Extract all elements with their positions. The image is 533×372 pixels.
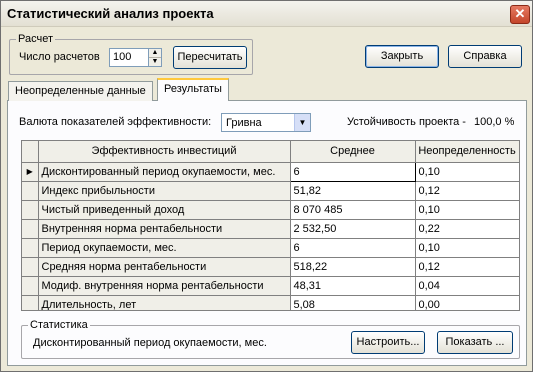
mean-cell[interactable]: 2 532,50 [290,219,416,239]
row-selector[interactable] [22,295,39,310]
spin-down-icon[interactable]: ▼ [149,57,161,65]
mean-cell[interactable]: 518,22 [290,257,416,277]
current-row-arrow-icon[interactable]: ▶ [22,162,39,182]
row-selector[interactable] [22,181,39,201]
chevron-down-icon[interactable]: ▼ [294,114,310,131]
row-selector[interactable] [22,257,39,277]
name-cell[interactable]: Индекс прибыльности [38,181,291,201]
row-selector[interactable] [22,276,39,296]
name-cell[interactable]: Чистый приведенный доход [38,200,291,220]
close-window-button[interactable]: ✕ [510,5,530,24]
close-button[interactable]: Закрыть [365,45,439,68]
help-button[interactable]: Справка [448,45,522,68]
table-row[interactable]: Длительность, лет 5,08 0,00 [22,295,519,310]
table-header-row: Эффективность инвестиций Среднее Неопред… [22,141,519,163]
mean-cell[interactable]: 51,82 [290,181,416,201]
uncertainty-cell[interactable]: 0,10 [415,238,519,258]
title-bar: Статистический анализ проекта ✕ [1,1,532,27]
table-row[interactable]: Чистый приведенный доход 8 070 485 0,10 [22,200,519,220]
uncertainty-cell[interactable]: 0,10 [415,162,519,182]
uncertainty-cell[interactable]: 0,12 [415,257,519,277]
name-cell[interactable]: Модиф. внутренняя норма рентабельности [38,276,291,296]
stability-label: Устойчивость проекта - [347,116,466,128]
count-spinner[interactable]: ▲ ▼ [148,48,162,67]
configure-button[interactable]: Настроить... [351,331,425,354]
tab-uncertain-data[interactable]: Неопределенные данные [8,81,153,101]
statistics-group-legend: Статистика [30,319,88,331]
uncertainty-cell[interactable]: 0,12 [415,181,519,201]
show-button[interactable]: Показать ... [437,331,513,354]
mean-cell[interactable]: 6 [290,238,416,258]
name-cell[interactable]: Дисконтированный период окупаемости, мес… [38,162,291,182]
count-label: Число расчетов [19,51,100,63]
row-selector[interactable] [22,200,39,220]
table-row[interactable]: ▶ Дисконтированный период окупаемости, ме… [22,161,519,182]
count-input[interactable]: 100 [109,48,149,67]
column-header-mean[interactable]: Среднее [290,141,416,163]
uncertainty-cell[interactable]: 0,04 [415,276,519,296]
column-header-efficiency[interactable]: Эффективность инвестиций [38,141,291,163]
uncertainty-cell[interactable]: 0,22 [415,219,519,239]
currency-select[interactable]: Гривна ▼ [221,113,311,132]
uncertainty-cell[interactable]: 0,10 [415,200,519,220]
mean-cell[interactable]: 48,31 [290,276,416,296]
statistics-selected-indicator: Дисконтированный период окупаемости, мес… [33,337,267,349]
tab-results[interactable]: Результаты [157,78,229,101]
currency-label: Валюта показателей эффективности: [19,116,212,128]
name-cell[interactable]: Средняя норма рентабельности [38,257,291,277]
mean-cell[interactable]: 5,08 [290,295,416,310]
name-cell[interactable]: Период окупаемости, мес. [38,238,291,258]
stability-value: 100,0 % [474,116,515,128]
table-row[interactable]: Индекс прибыльности 51,82 0,12 [22,181,519,201]
table-corner [22,141,39,163]
row-selector[interactable] [22,219,39,239]
table-row[interactable]: Средняя норма рентабельности 518,22 0,12 [22,257,519,277]
uncertainty-cell[interactable]: 0,00 [415,295,519,310]
currency-value: Гривна [226,117,262,129]
name-cell[interactable]: Внутренняя норма рентабельности [38,219,291,239]
window-title: Статистический анализ проекта [7,6,214,21]
column-header-uncertainty[interactable]: Неопределенность [415,141,519,163]
spin-up-icon[interactable]: ▲ [149,49,161,57]
table-row[interactable]: Период окупаемости, мес. 6 0,10 [22,238,519,258]
calc-group-legend: Расчет [18,33,53,45]
mean-cell[interactable]: 8 070 485 [290,200,416,220]
row-selector[interactable] [22,238,39,258]
close-icon: ✕ [514,6,526,21]
mean-cell[interactable]: 6 [289,161,416,182]
name-cell[interactable]: Длительность, лет [38,295,291,310]
table-row[interactable]: Внутренняя норма рентабельности 2 532,50 0… [22,219,519,239]
results-table[interactable]: Эффективность инвестиций Среднее Неопред… [21,140,520,311]
table-row[interactable]: Модиф. внутренняя норма рентабельности 48… [22,276,519,296]
dialog-window: Статистический анализ проекта ✕ Расчет Ч… [0,0,533,372]
recalculate-button[interactable]: Пересчитать [173,46,247,69]
